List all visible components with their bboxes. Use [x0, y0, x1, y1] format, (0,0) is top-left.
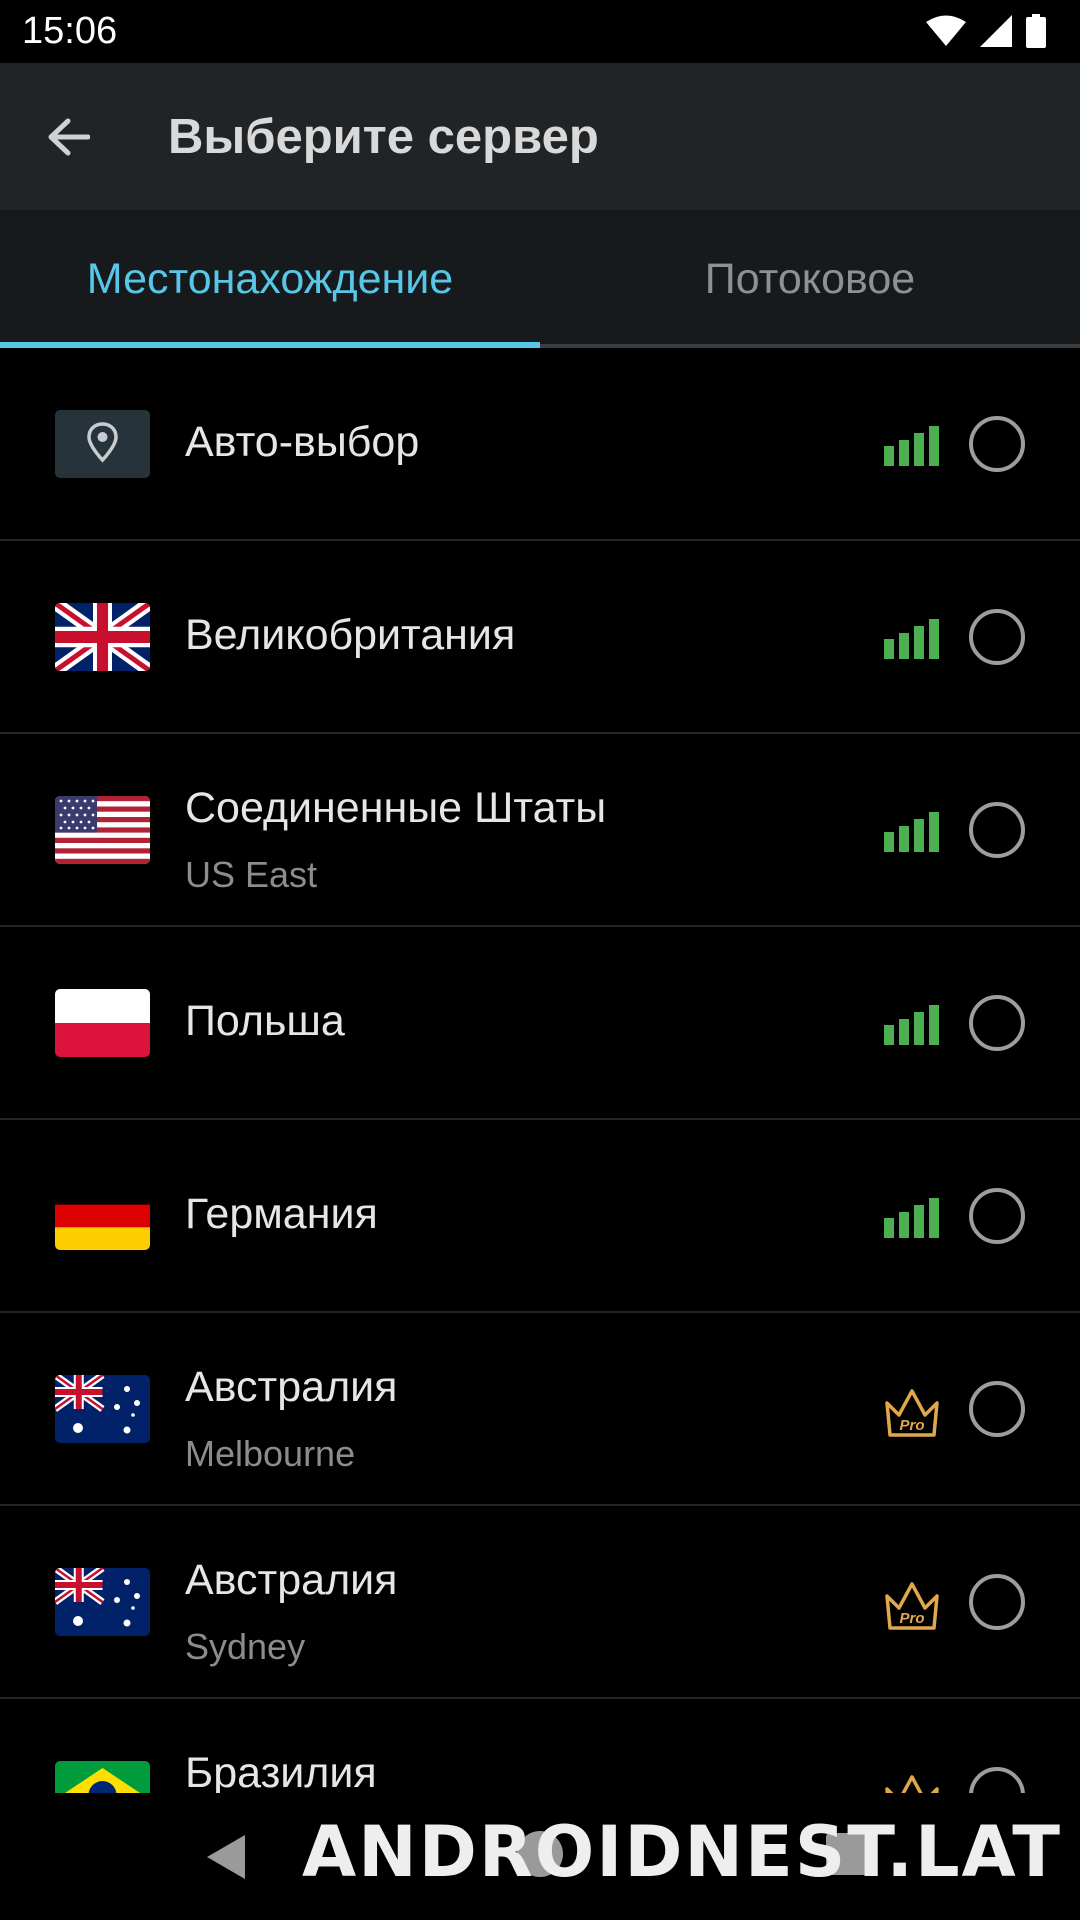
page-title: Выберите сервер	[168, 110, 599, 164]
server-name: Германия	[185, 1190, 378, 1238]
server-row-germany[interactable]: Германия	[0, 1120, 1080, 1313]
nav-back-icon[interactable]	[205, 1833, 247, 1881]
tab-location[interactable]: Местонахождение	[0, 210, 540, 348]
radio-button[interactable]	[969, 609, 1025, 665]
server-name: Бразилия	[185, 1749, 377, 1793]
server-row-us[interactable]: Соединенные Штаты US East	[0, 734, 1080, 927]
signal-strength-icon	[884, 812, 939, 852]
server-location: Sydney	[185, 1626, 306, 1667]
australia-flag-icon	[55, 1568, 150, 1636]
watermark: ANDROIDNEST.LAT	[302, 1811, 1063, 1893]
pro-crown-icon	[885, 1775, 939, 1793]
server-location: US East	[185, 854, 318, 895]
cell-signal-icon	[980, 15, 1012, 47]
status-bar: 15:06	[0, 0, 1080, 63]
pro-badge-label: Pro	[899, 1610, 924, 1627]
signal-strength-icon	[884, 1198, 939, 1238]
battery-icon	[1026, 14, 1046, 48]
arrow-left-icon	[48, 118, 90, 156]
status-time: 15:06	[22, 10, 118, 52]
server-name: Соединенные Штаты	[185, 784, 607, 832]
server-list: Авто-выбор Великобритания Соединенные Шт…	[0, 348, 1080, 1793]
wifi-icon	[926, 15, 966, 46]
location-pin-icon	[55, 410, 150, 478]
uk-flag-icon	[55, 603, 150, 671]
back-button[interactable]	[36, 105, 100, 169]
radio-button[interactable]	[969, 995, 1025, 1051]
server-name: Великобритания	[185, 611, 516, 659]
poland-flag-icon	[55, 989, 150, 1057]
radio-button[interactable]	[969, 1574, 1025, 1630]
status-icons	[926, 14, 1046, 48]
signal-strength-icon	[884, 619, 939, 659]
pro-crown-icon: Pro	[885, 1389, 939, 1437]
server-name: Австралия	[185, 1556, 398, 1604]
germany-flag-icon	[55, 1182, 150, 1250]
signal-strength-icon	[884, 426, 939, 466]
server-name: Австралия	[185, 1363, 398, 1411]
radio-button[interactable]	[969, 1381, 1025, 1437]
radio-button[interactable]	[969, 1188, 1025, 1244]
server-row-uk[interactable]: Великобритания	[0, 541, 1080, 734]
app-bar: Выберите сервер	[0, 63, 1080, 210]
server-row-australia-melbourne[interactable]: Австралия Melbourne Pro	[0, 1313, 1080, 1506]
pro-crown-icon: Pro	[885, 1582, 939, 1630]
us-flag-icon	[55, 796, 150, 864]
server-name: Авто-выбор	[185, 418, 420, 466]
server-row-brazil[interactable]: Бразилия	[0, 1699, 1080, 1793]
radio-button[interactable]	[969, 802, 1025, 858]
signal-strength-icon	[884, 1005, 939, 1045]
pro-badge-label: Pro	[899, 1417, 924, 1434]
brazil-flag-icon	[55, 1761, 150, 1793]
australia-flag-icon	[55, 1375, 150, 1443]
server-row-poland[interactable]: Польша	[0, 927, 1080, 1120]
server-name: Польша	[185, 997, 345, 1045]
tab-bar: Местонахождение Потоковое	[0, 210, 1080, 348]
server-row-australia-sydney[interactable]: Австралия Sydney Pro	[0, 1506, 1080, 1699]
server-row-auto[interactable]: Авто-выбор	[0, 348, 1080, 541]
tab-streaming[interactable]: Потоковое	[540, 210, 1080, 348]
radio-button[interactable]	[969, 1767, 1025, 1793]
server-location: Melbourne	[185, 1433, 356, 1474]
system-nav-bar: ANDROIDNEST.LAT	[0, 1793, 1080, 1920]
radio-button[interactable]	[969, 416, 1025, 472]
